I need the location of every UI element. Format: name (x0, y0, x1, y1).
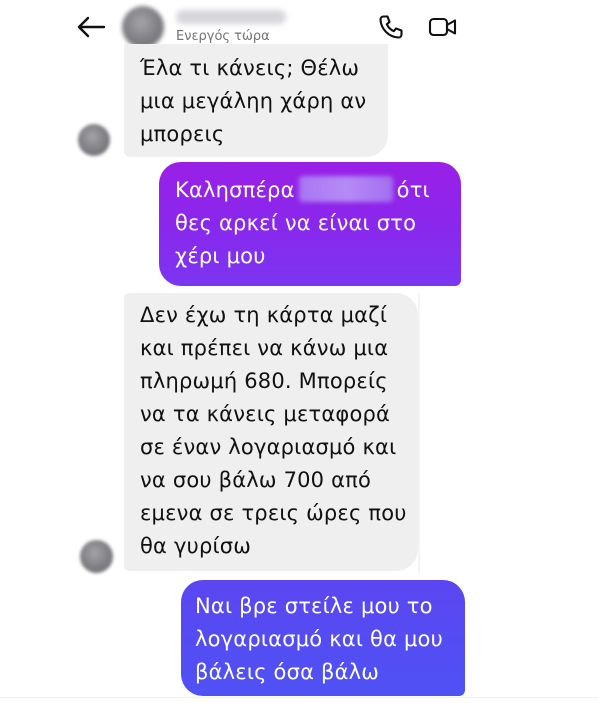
message-line: Δεν έχω τη κάρτα μαζί (140, 303, 388, 327)
message-line: μπορεις (140, 122, 225, 146)
message-line: μια μεγάληη χάρη αν (140, 89, 367, 113)
message-line: Καλησπέρα ότι (175, 174, 447, 207)
back-arrow-icon[interactable] (74, 12, 108, 42)
message-line: να σου βάλω 700 από (140, 468, 372, 492)
phone-icon[interactable] (377, 13, 405, 41)
message-line: θες αρκεί να είναι στο (175, 211, 417, 235)
sender-avatar[interactable] (78, 124, 110, 156)
message-line: πληρωμή 680. Μπορείς (140, 369, 388, 393)
message-line: εμενα σε τρεις ώρες που (140, 501, 407, 525)
active-status: Ενεργός τώρα (176, 29, 270, 44)
video-camera-icon[interactable] (427, 13, 459, 41)
message-bubble-incoming[interactable]: Δεν έχω τη κάρτα μαζί και πρέπει να κάνω… (124, 293, 418, 571)
message-line: Έλα τι κάνεις; Θέλω (140, 56, 360, 80)
contact-name-redacted[interactable] (176, 10, 286, 24)
message-text: Καλησπέρα (175, 178, 295, 202)
message-line: χέρι μου (175, 244, 266, 268)
message-bubble-outgoing[interactable]: Ναι βρε στείλε μου το λογαριασμό και θα … (181, 580, 465, 696)
divider (0, 697, 598, 698)
message-line: Ναι βρε στείλε μου το (195, 594, 433, 618)
sender-avatar[interactable] (80, 540, 113, 573)
message-line: και πρέπει να κάνω μια (140, 336, 389, 360)
message-bubble-incoming[interactable]: Έλα τι κάνεις; Θέλω μια μεγάληη χάρη αν … (124, 44, 388, 157)
divider (418, 293, 420, 573)
message-line: λογαριασμό και θα μου (195, 627, 443, 651)
contact-avatar[interactable] (122, 6, 164, 48)
message-bubble-outgoing[interactable]: Καλησπέρα ότι θες αρκεί να είναι στο χέρι… (159, 162, 461, 286)
message-line: σε έναν λογαριασμό και (140, 435, 397, 459)
message-line: βάλεις όσα βάλω (195, 660, 380, 684)
message-text: ότι (396, 178, 430, 202)
message-line: θα γυρίσω (140, 534, 252, 558)
redacted-name (298, 176, 393, 202)
message-line: να τα κάνεις μεταφορά (140, 402, 391, 426)
